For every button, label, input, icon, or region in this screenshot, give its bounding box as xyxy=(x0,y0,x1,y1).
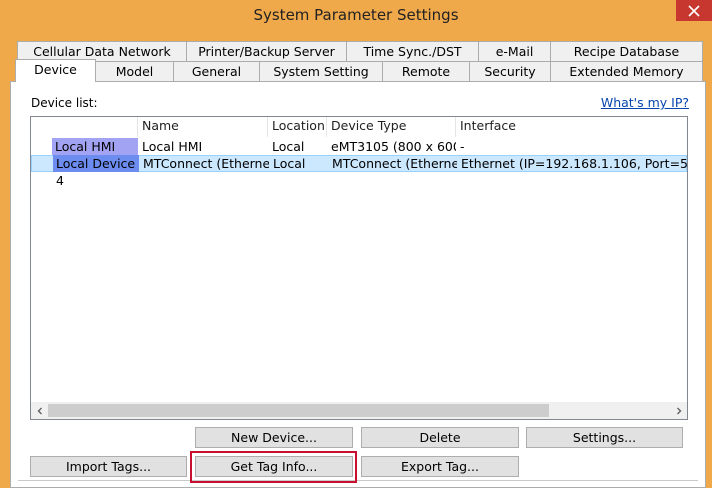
row-interface: Ethernet (IP=192.168.1.106, Port=5000) xyxy=(461,156,688,171)
device-list-header: Name Location Device Type Interface xyxy=(31,117,687,137)
row-location: Local xyxy=(273,156,306,171)
column-header-device-type[interactable]: Device Type xyxy=(327,117,456,137)
export-tag-button[interactable]: Export Tag... xyxy=(361,456,519,477)
tab-system-setting[interactable]: System Setting xyxy=(259,61,383,82)
column-header-location[interactable]: Location xyxy=(268,117,327,137)
tab-model[interactable]: Model xyxy=(95,61,174,82)
tab-recipe-database[interactable]: Recipe Database xyxy=(550,41,703,62)
tab-general[interactable]: General xyxy=(173,61,260,82)
tab-time-sync-dst[interactable]: Time Sync./DST xyxy=(346,41,479,62)
chevron-right-icon xyxy=(676,407,681,414)
row-location: Local xyxy=(272,139,305,154)
row-name: Local HMI xyxy=(142,139,203,154)
row-device-id: Local HMI xyxy=(52,138,138,155)
tab-printer-backup-server[interactable]: Printer/Backup Server xyxy=(186,41,347,62)
column-header-id[interactable] xyxy=(31,117,138,137)
settings-button[interactable]: Settings... xyxy=(526,427,683,448)
window-title: System Parameter Settings xyxy=(253,6,459,24)
row-interface: - xyxy=(460,139,465,154)
tab-security[interactable]: Security xyxy=(469,61,551,82)
row-device-type: MTConnect (Ethernet) xyxy=(332,156,457,171)
close-icon xyxy=(688,4,700,17)
delete-button[interactable]: Delete xyxy=(361,427,519,448)
device-list-label: Device list: xyxy=(31,96,98,110)
table-row-selected[interactable]: Local Device 4 MTConnect (Ethernet) Loca… xyxy=(31,155,688,188)
import-tags-button[interactable]: Import Tags... xyxy=(30,456,187,477)
column-header-interface[interactable]: Interface xyxy=(456,117,687,137)
tab-email[interactable]: e-Mail xyxy=(478,41,551,62)
horizontal-scrollbar[interactable] xyxy=(31,402,687,419)
device-list[interactable]: Name Location Device Type Interface Loca… xyxy=(30,116,688,420)
column-header-name[interactable]: Name xyxy=(138,117,268,137)
separator-line xyxy=(18,480,698,481)
title-bar[interactable]: System Parameter Settings xyxy=(0,0,712,32)
chevron-left-icon xyxy=(37,407,42,414)
scroll-right-button[interactable] xyxy=(670,402,687,419)
new-device-button[interactable]: New Device... xyxy=(195,427,353,448)
tab-remote[interactable]: Remote xyxy=(382,61,470,82)
tab-extended-memory[interactable]: Extended Memory xyxy=(550,61,703,82)
scrollbar-thumb[interactable] xyxy=(48,404,549,417)
scroll-left-button[interactable] xyxy=(31,402,48,419)
get-tag-info-button[interactable]: Get Tag Info... xyxy=(195,456,353,477)
system-parameter-settings-window: System Parameter Settings Cellular Data … xyxy=(0,0,712,488)
row-device-type: eMT3105 (800 x 600) xyxy=(331,139,456,154)
whats-my-ip-link[interactable]: What's my IP? xyxy=(601,95,689,110)
row-device-id: Local Device 4 xyxy=(53,155,139,188)
close-button[interactable] xyxy=(676,0,712,21)
table-row[interactable]: Local HMI Local HMI Local eMT3105 (800 x… xyxy=(31,138,687,155)
tab-device[interactable]: Device xyxy=(15,59,96,82)
row-name: MTConnect (Ethernet) xyxy=(143,156,269,171)
